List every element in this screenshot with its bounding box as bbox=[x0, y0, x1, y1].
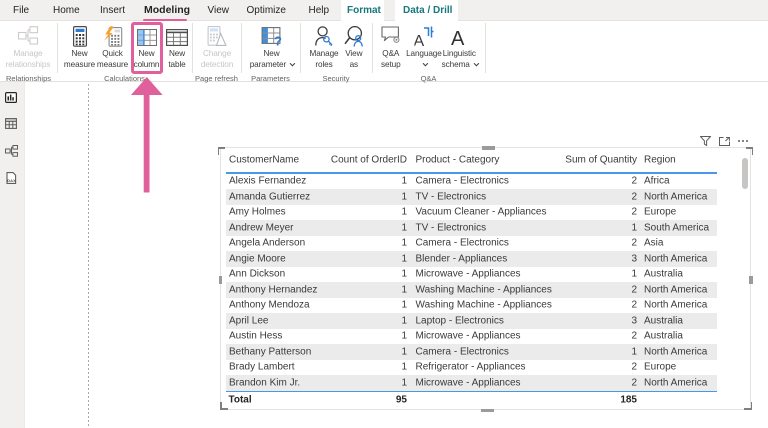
svg-text:A: A bbox=[451, 28, 465, 46]
svg-text:?: ? bbox=[274, 34, 282, 47]
svg-text:A: A bbox=[414, 33, 424, 47]
svg-text:DAX: DAX bbox=[7, 178, 16, 183]
